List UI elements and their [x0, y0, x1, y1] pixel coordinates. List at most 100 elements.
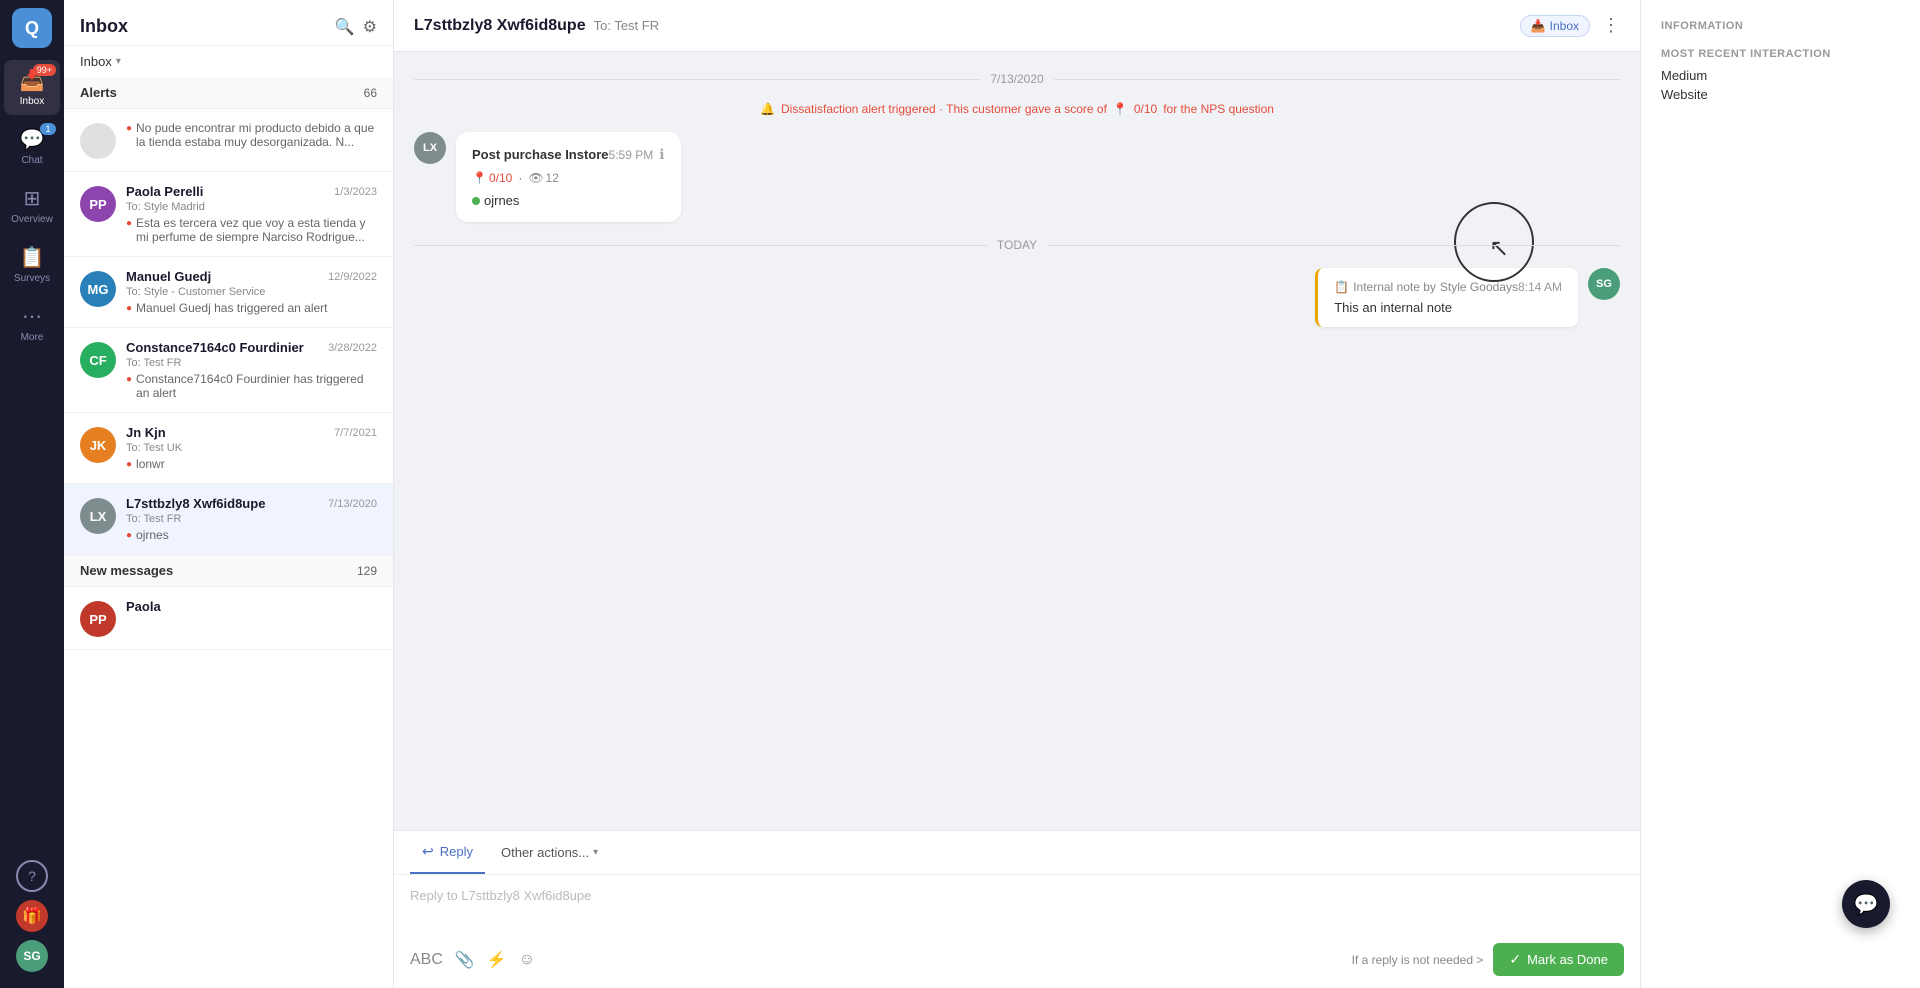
- item-date: 1/3/2023: [334, 186, 377, 198]
- inbox-filter-button[interactable]: ⚙: [363, 17, 377, 37]
- today-divider: TODAY: [414, 238, 1620, 252]
- note-header: 📋 Internal note by Style Goodays 8:14 AM: [1334, 280, 1562, 294]
- list-item[interactable]: CF Constance7164c0 Fourdinier 3/28/2022 …: [64, 328, 393, 413]
- response-status-dot: [472, 197, 480, 205]
- other-actions-label: Other actions...: [501, 845, 589, 860]
- mark-done-label: Mark as Done: [1527, 952, 1608, 967]
- overview-icon: ⊞: [24, 186, 41, 211]
- help-button[interactable]: ?: [16, 860, 48, 892]
- item-to: To: Test FR: [126, 513, 377, 525]
- more-icon: ⋯: [22, 304, 42, 329]
- note-time: 8:14 AM: [1518, 280, 1562, 294]
- fab-icon: 💬: [1854, 892, 1879, 917]
- new-messages-count: 129: [357, 564, 377, 578]
- item-content: Jn Kjn 7/7/2021 To: Test UK ● lonwr: [126, 425, 377, 471]
- conversation-header: L7sttbzly8 Xwf6id8upe To: Test FR 📥 Inbo…: [394, 0, 1640, 52]
- item-content: Paola: [126, 599, 377, 616]
- list-item[interactable]: JK Jn Kjn 7/7/2021 To: Test UK ● lonwr: [64, 413, 393, 484]
- new-messages-header: New messages 129: [64, 555, 393, 587]
- alert-dot: ●: [126, 123, 132, 134]
- medium-label: Medium: [1661, 68, 1900, 83]
- date-label: 7/13/2020: [990, 72, 1043, 86]
- attachment-button[interactable]: 📎: [455, 950, 475, 970]
- info-icon[interactable]: ℹ: [659, 146, 664, 163]
- inbox-badge: 99+: [33, 64, 56, 76]
- item-preview: ● ojrnes: [126, 528, 377, 542]
- list-item[interactable]: MG Manuel Guedj 12/9/2022 To: Style - Cu…: [64, 257, 393, 328]
- main-area: L7sttbzly8 Xwf6id8upe To: Test FR 📥 Inbo…: [394, 0, 1640, 988]
- item-name: Manuel Guedj: [126, 269, 211, 284]
- reply-area: ↩ Reply Other actions... ▾ Reply to L7st…: [394, 830, 1640, 988]
- quick-reply-button[interactable]: ⚡: [487, 950, 507, 970]
- reply-toolbar-right: If a reply is not needed > ✓ Mark as Don…: [1352, 943, 1624, 976]
- item-to: To: Style Madrid: [126, 201, 377, 213]
- gift-button[interactable]: 🎁: [16, 900, 48, 932]
- date-divider: 7/13/2020: [414, 72, 1620, 86]
- inbox-badge-label: Inbox: [1550, 19, 1579, 33]
- message-response: ojrnes: [472, 193, 665, 208]
- inbox-tab[interactable]: Inbox ▾: [80, 54, 121, 69]
- avatar: PP: [80, 601, 116, 637]
- sidebar-item-inbox[interactable]: 📥 Inbox 99+: [4, 60, 60, 115]
- item-to: To: Test UK: [126, 442, 377, 454]
- inbox-icon-small: 📥: [1531, 19, 1546, 33]
- fab-button[interactable]: 💬: [1842, 880, 1890, 928]
- sidebar-item-overview[interactable]: ⊞ Overview: [4, 178, 60, 233]
- alert-dot: ●: [126, 218, 132, 229]
- conversation-more-button[interactable]: ⋮: [1602, 15, 1620, 36]
- reply-placeholder: Reply to L7sttbzly8 Xwf6id8upe: [410, 888, 591, 903]
- views-icon: 👁: [528, 171, 543, 185]
- avatar: CF: [80, 342, 116, 378]
- nps-pin-icon: 📍: [472, 171, 487, 185]
- item-content: Paola Perelli 1/3/2023 To: Style Madrid …: [126, 184, 377, 244]
- message-type: Post purchase Instore: [472, 147, 609, 162]
- list-item[interactable]: PP Paola: [64, 587, 393, 650]
- reply-icon: ↩: [422, 843, 434, 860]
- inbox-tab-row: Inbox ▾: [64, 46, 393, 77]
- item-header: Jn Kjn 7/7/2021: [126, 425, 377, 440]
- message-time: 5:59 PM: [609, 148, 654, 162]
- sidebar-item-more[interactable]: ⋯ More: [4, 296, 60, 351]
- list-item[interactable]: LX L7sttbzly8 Xwf6id8upe 7/13/2020 To: T…: [64, 484, 393, 555]
- alert-score-icon: 📍: [1113, 102, 1128, 116]
- avatar: [80, 123, 116, 159]
- text-format-button[interactable]: ABC: [410, 951, 443, 969]
- nav-sidebar: Q 📥 Inbox 99+ 💬 Chat 1 ⊞ Overview 📋 Surv…: [0, 0, 64, 988]
- medium-value: Website: [1661, 87, 1900, 102]
- mark-done-button[interactable]: ✓ Mark as Done: [1493, 943, 1624, 976]
- messages-area: ↖ 7/13/2020 🔔 Dissatisfaction alert trig…: [394, 52, 1640, 830]
- item-date: 12/9/2022: [328, 271, 377, 283]
- today-label: TODAY: [997, 238, 1037, 252]
- tab-reply[interactable]: ↩ Reply: [410, 831, 485, 874]
- note-label: 📋 Internal note by Style Goodays: [1334, 280, 1518, 294]
- sidebar-item-chat[interactable]: 💬 Chat 1: [4, 119, 60, 174]
- inbox-search-button[interactable]: 🔍: [335, 17, 355, 37]
- item-name: Jn Kjn: [126, 425, 166, 440]
- info-section-title: INFORMATION: [1661, 20, 1900, 32]
- user-avatar-bottom[interactable]: SG: [16, 940, 48, 972]
- reply-input-area[interactable]: Reply to L7sttbzly8 Xwf6id8upe: [394, 875, 1640, 935]
- item-header: Paola: [126, 599, 377, 614]
- alert-dot: ●: [126, 374, 132, 385]
- item-content: L7sttbzly8 Xwf6id8upe 7/13/2020 To: Test…: [126, 496, 377, 542]
- item-to: To: Style - Customer Service: [126, 286, 377, 298]
- message-score-row: 📍 0/10 · 👁 12: [472, 171, 665, 185]
- list-item[interactable]: ● No pude encontrar mi producto debido a…: [64, 109, 393, 172]
- item-date: 7/7/2021: [334, 427, 377, 439]
- surveys-label: Surveys: [14, 273, 50, 284]
- other-actions-button[interactable]: Other actions... ▾: [489, 837, 610, 868]
- sidebar-item-surveys[interactable]: 📋 Surveys: [4, 237, 60, 292]
- message-views: 👁 12: [528, 171, 559, 185]
- item-name: Paola Perelli: [126, 184, 203, 199]
- item-preview: ● No pude encontrar mi producto debido a…: [126, 121, 377, 149]
- nps-score: 📍 0/10: [472, 171, 512, 185]
- avatar: LX: [80, 498, 116, 534]
- alerts-count: 66: [364, 86, 377, 100]
- inbox-list: ● No pude encontrar mi producto debido a…: [64, 109, 393, 988]
- info-panel: INFORMATION MOST RECENT INTERACTION Medi…: [1640, 0, 1920, 988]
- list-item[interactable]: PP Paola Perelli 1/3/2023 To: Style Madr…: [64, 172, 393, 257]
- reply-tab-label: Reply: [440, 844, 473, 859]
- inbox-tab-label: Inbox: [80, 54, 112, 69]
- emoji-button[interactable]: ☺: [519, 951, 535, 969]
- alerts-section-header: Alerts 66: [64, 77, 393, 109]
